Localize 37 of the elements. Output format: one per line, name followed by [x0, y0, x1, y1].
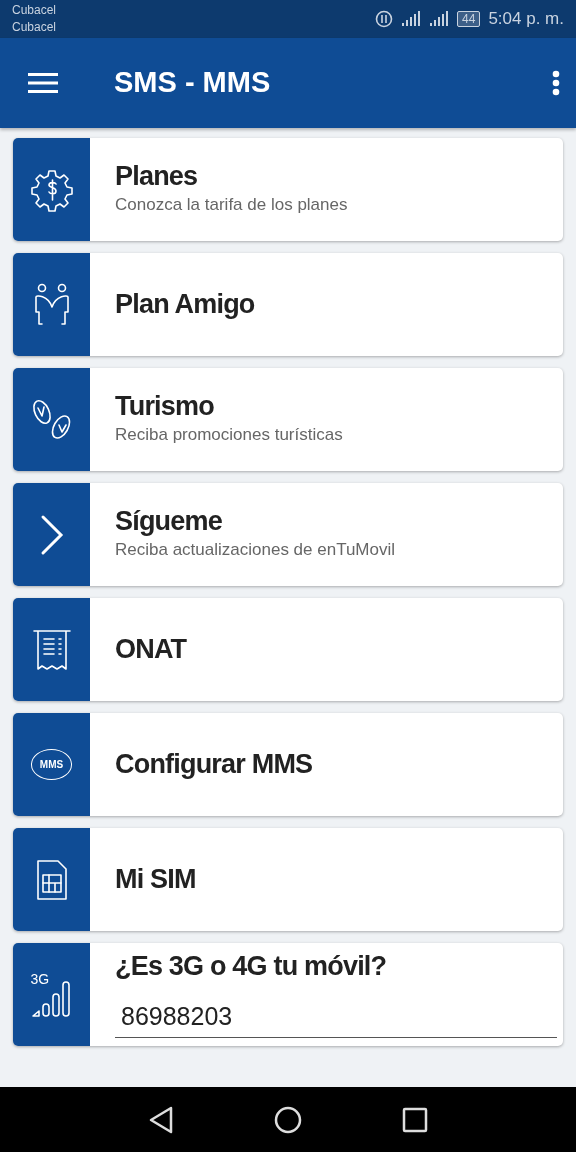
recents-icon[interactable] — [402, 1106, 428, 1133]
menu-card[interactable]: Mi SIM — [13, 828, 563, 931]
battery-icon: 44 — [457, 11, 481, 27]
gear-dollar-icon — [29, 167, 74, 212]
menu-card[interactable]: Sígueme Reciba actualizaciones de enTuMovil — [13, 483, 563, 586]
phone-number-field[interactable]: 86988203 — [115, 991, 557, 1039]
item-title: Turismo — [115, 391, 215, 423]
home-icon[interactable] — [274, 1105, 302, 1134]
receipt-icon — [31, 628, 72, 671]
more-options-icon[interactable] — [552, 70, 560, 96]
signal-icon — [429, 11, 450, 27]
sim-card-icon — [34, 857, 69, 902]
menu-card[interactable]: MMS Configurar MMS — [13, 713, 563, 816]
menu-card[interactable]: ONAT — [13, 598, 563, 701]
item-title: Configurar MMS — [115, 748, 314, 780]
menu-card[interactable]: Planes Conozca la tarifa de los planes — [13, 138, 563, 241]
menu-card[interactable]: 3G ¿Es 3G o 4G tu móvil? 86988203 — [13, 943, 563, 1046]
menu-card[interactable]: Plan Amigo — [13, 253, 563, 356]
app-title: SMS - MMS — [114, 65, 271, 101]
item-title: Mi SIM — [115, 863, 197, 895]
menu-icon[interactable] — [28, 72, 58, 94]
item-subtitle: Reciba promociones turísticas — [115, 424, 344, 447]
menu-card[interactable]: Turismo Reciba promociones turísticas — [13, 368, 563, 471]
back-icon[interactable] — [148, 1105, 174, 1134]
item-title: Planes — [115, 161, 199, 193]
carrier-label: Cubacel — [12, 2, 57, 19]
data-saver-icon — [375, 10, 394, 28]
mms-bubble-icon: MMS — [30, 749, 73, 780]
status-time: 5:04 p. m. — [488, 8, 564, 31]
item-subtitle: Reciba actualizaciones de enTuMovil — [115, 539, 397, 562]
signal-icon — [401, 11, 422, 27]
item-title: ONAT — [115, 633, 188, 665]
carrier-label: Cubacel — [12, 19, 57, 36]
item-title: Sígueme — [115, 506, 223, 538]
item-title: ¿Es 3G o 4G tu móvil? — [115, 950, 388, 982]
item-title: Plan Amigo — [115, 288, 256, 320]
item-subtitle: Conozca la tarifa de los planes — [115, 194, 349, 217]
